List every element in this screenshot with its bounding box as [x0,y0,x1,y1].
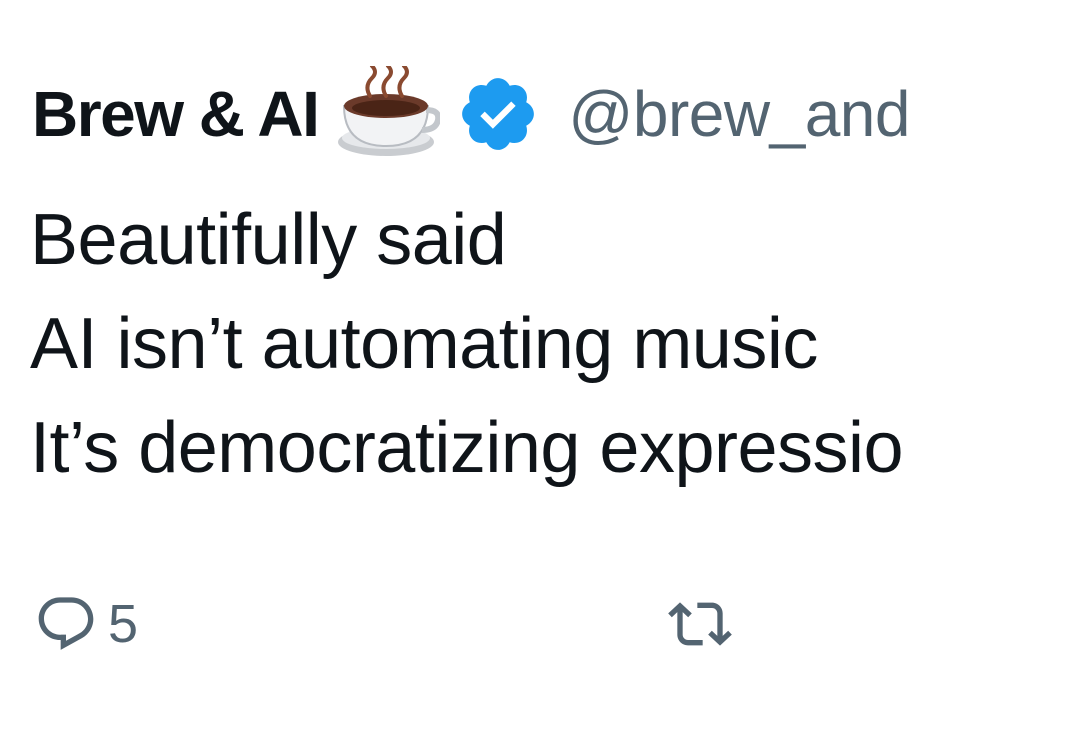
display-name[interactable]: Brew & AI [32,77,320,151]
retweet-icon [668,592,732,656]
retweet-button[interactable] [668,584,742,664]
tweet-header: Brew & AI @brew_and [32,64,910,162]
user-handle[interactable]: @brew_and [568,77,910,151]
reply-icon [34,592,98,656]
tweet-text-line: AI isn’t automating music [30,304,818,384]
reply-button[interactable]: 5 [34,584,138,664]
verified-badge-icon[interactable] [456,72,540,156]
tweet-text: Beautifully said AI isn’t automating mus… [30,188,1080,500]
coffee-cup-icon [336,64,442,162]
tweet-card: Brew & AI @brew_and Beautifully said AI … [0,0,1080,744]
reply-count: 5 [108,594,139,654]
tweet-text-line: Beautifully said [30,200,507,280]
tweet-actions: 5 [34,584,1080,664]
tweet-text-line: It’s democratizing expressio [30,408,904,488]
